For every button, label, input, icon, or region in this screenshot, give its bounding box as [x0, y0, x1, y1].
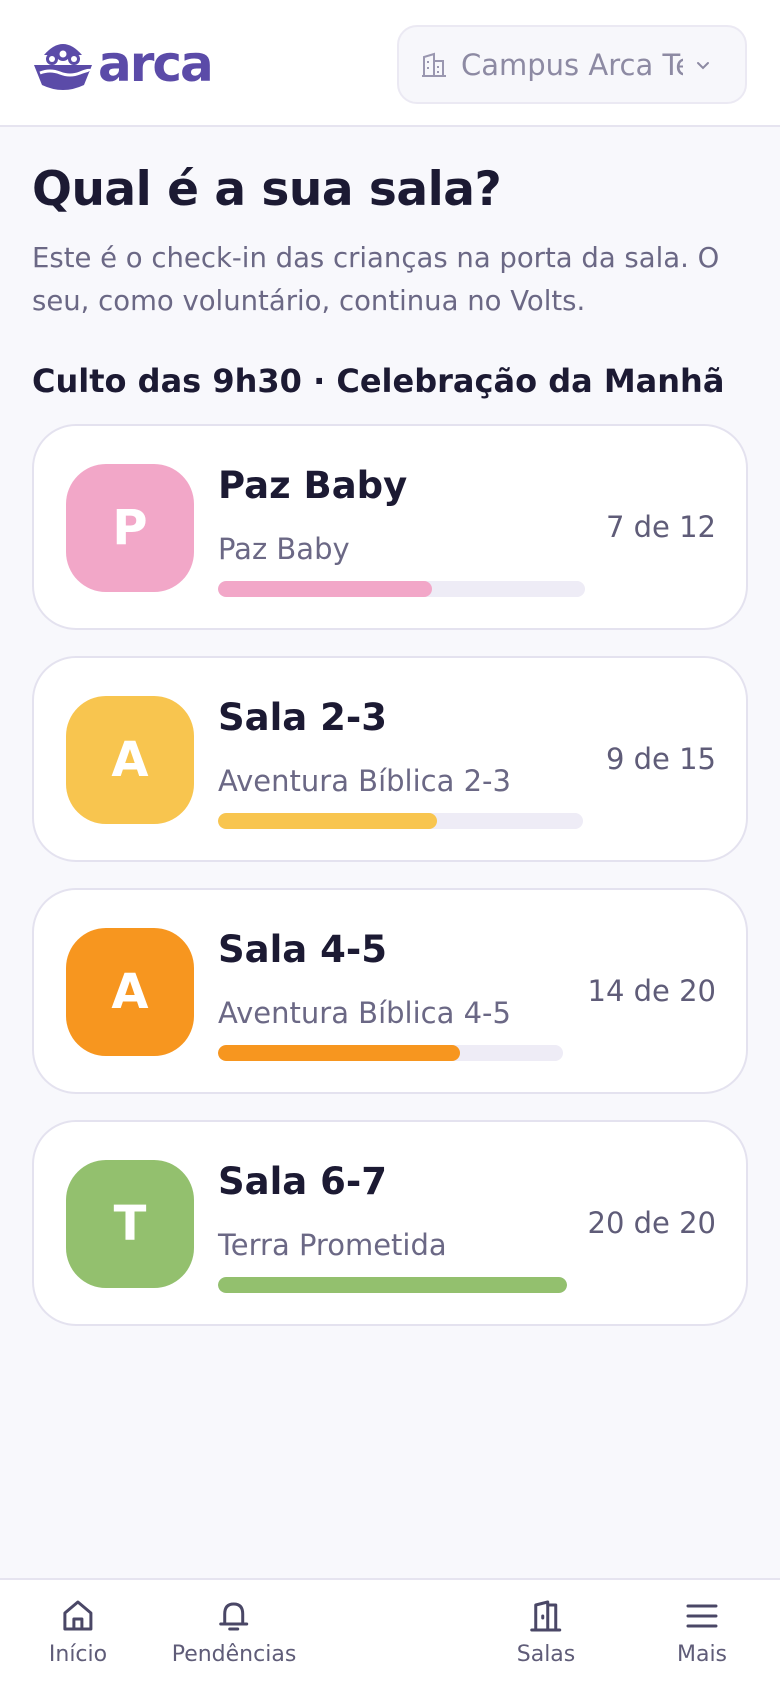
room-count: 14 de 20 — [587, 974, 717, 1008]
menu-icon — [686, 1604, 718, 1628]
room-name: Sala 6-7 — [218, 1160, 387, 1203]
occupancy-bar — [218, 581, 585, 597]
occupancy-bar-fill — [218, 1045, 460, 1061]
tab-label: Mais — [676, 1642, 728, 1667]
room-avatar: A — [66, 696, 194, 824]
tab-inicio[interactable]: Início — [49, 1598, 107, 1667]
building-icon — [422, 52, 446, 77]
tab-label: Pendências — [171, 1642, 297, 1667]
room-avatar: T — [66, 1160, 194, 1288]
tab-pendencias[interactable]: Pendências — [171, 1598, 297, 1667]
top-header: arca Campus Arca Teste — [0, 0, 780, 127]
room-class-name: Aventura Bíblica 2-3 — [218, 764, 511, 798]
page-subtitle: Este é o check-in das crianças na porta … — [32, 242, 720, 317]
brand-name: arca — [98, 35, 214, 93]
tab-mais[interactable]: Mais — [677, 1598, 727, 1667]
occupancy-bar-fill — [218, 1277, 567, 1293]
ark-logo-icon — [34, 44, 92, 90]
room-avatar: A — [66, 928, 194, 1056]
occupancy-bar — [218, 813, 583, 829]
bottom-tab-bar: Início Pendências Salas Mais — [0, 1578, 780, 1688]
home-icon — [63, 1600, 93, 1631]
room-class-name: Paz Baby — [218, 532, 350, 566]
room-class-name: Terra Prometida — [218, 1228, 447, 1262]
room-card-sala-2-3[interactable]: A Sala 2-3 Aventura Bíblica 2-3 9 de 15 — [32, 656, 748, 862]
arca-logo[interactable]: arca — [32, 34, 214, 94]
tab-label: Início — [48, 1642, 108, 1667]
room-count: 7 de 12 — [605, 510, 716, 544]
room-name: Sala 4-5 — [218, 928, 387, 971]
room-class-name: Aventura Bíblica 4-5 — [218, 996, 511, 1030]
occupancy-bar — [218, 1045, 563, 1061]
room-count: 20 de 20 — [587, 1206, 717, 1240]
page-title: Qual é a sua sala? — [32, 162, 502, 217]
door-icon — [530, 1600, 562, 1632]
chevron-down-icon — [697, 61, 709, 69]
occupancy-bar-fill — [218, 581, 433, 597]
room-name: Paz Baby — [218, 464, 408, 507]
campus-selector[interactable]: Campus Arca Teste — [397, 25, 747, 104]
occupancy-bar — [218, 1277, 567, 1293]
occupancy-bar-fill — [218, 813, 437, 829]
campus-name: Campus Arca Teste — [461, 47, 683, 82]
room-card-paz-baby[interactable]: P Paz Baby Paz Baby 7 de 12 — [32, 424, 748, 630]
tab-salas[interactable]: Salas — [516, 1598, 576, 1667]
tab-label: Salas — [516, 1642, 576, 1667]
service-label: Culto das 9h30 · Celebração da Manhã — [32, 362, 725, 400]
room-avatar: P — [66, 464, 194, 592]
bell-icon — [219, 1602, 249, 1631]
room-count: 9 de 15 — [605, 742, 716, 776]
room-card-sala-6-7[interactable]: T Sala 6-7 Terra Prometida 20 de 20 — [32, 1120, 748, 1326]
room-name: Sala 2-3 — [218, 696, 387, 739]
room-card-sala-4-5[interactable]: A Sala 4-5 Aventura Bíblica 4-5 14 de 20 — [32, 888, 748, 1094]
